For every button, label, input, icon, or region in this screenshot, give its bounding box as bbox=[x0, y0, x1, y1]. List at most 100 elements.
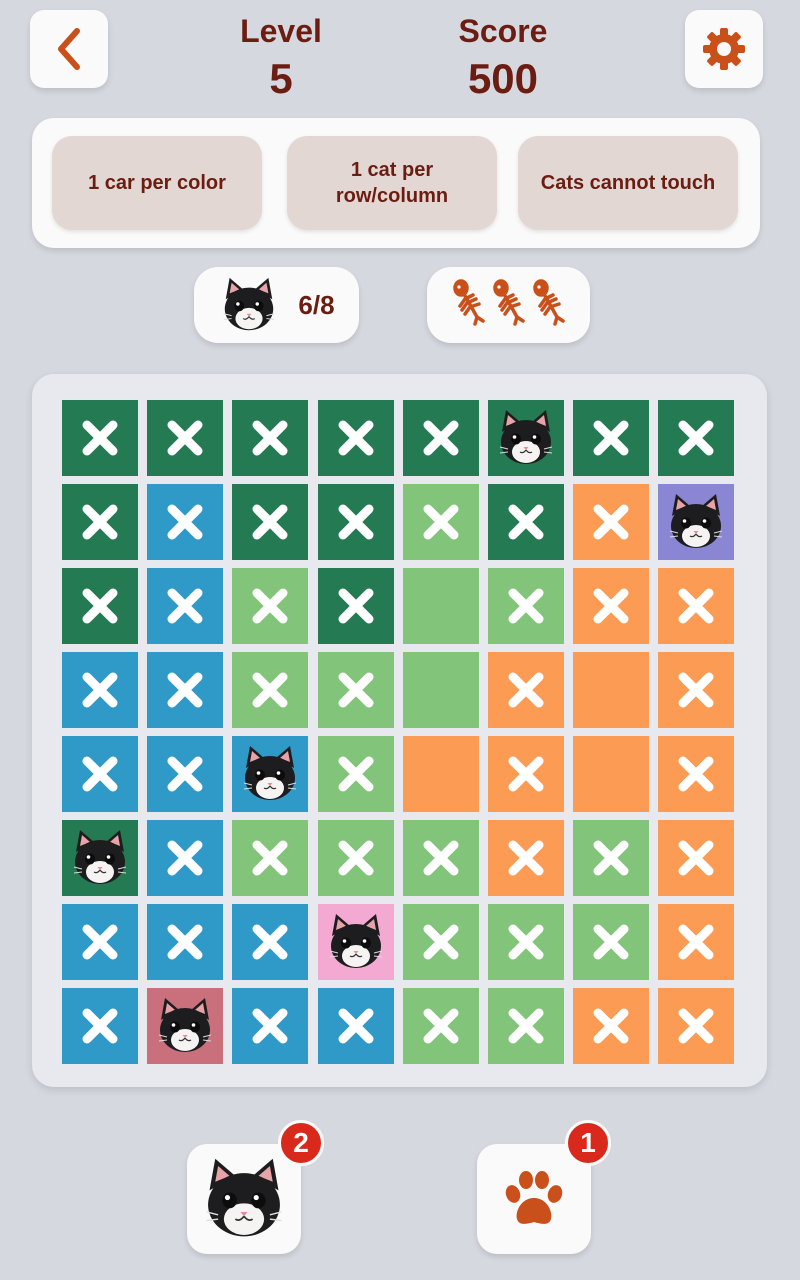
grid-cell[interactable] bbox=[658, 652, 735, 728]
grid-cell[interactable] bbox=[402, 820, 479, 896]
level-label: Level bbox=[240, 13, 322, 49]
grid-cell[interactable] bbox=[147, 400, 224, 476]
paw-hint-button[interactable]: 1 bbox=[477, 1120, 611, 1254]
grid-cell[interactable] bbox=[147, 736, 224, 812]
grid-cell[interactable] bbox=[488, 820, 564, 896]
grid-cell[interactable] bbox=[317, 988, 394, 1064]
grid-cell[interactable] bbox=[573, 652, 650, 728]
x-mark-icon bbox=[167, 924, 203, 960]
x-mark-icon bbox=[82, 924, 118, 960]
grid-cell[interactable] bbox=[573, 400, 650, 476]
cat-face-icon bbox=[329, 914, 382, 968]
grid-cell[interactable] bbox=[62, 736, 138, 812]
grid-cell[interactable] bbox=[488, 652, 564, 728]
grid-cell[interactable] bbox=[317, 568, 394, 644]
x-mark-icon bbox=[678, 588, 714, 624]
rule-one-per-color: 1 car per color bbox=[52, 136, 262, 230]
x-mark-icon bbox=[338, 840, 374, 876]
count-badge: 1 bbox=[565, 1120, 611, 1166]
grid-cell[interactable] bbox=[402, 652, 479, 728]
grid-cell[interactable] bbox=[232, 988, 309, 1064]
grid-cell[interactable] bbox=[402, 568, 479, 644]
x-mark-icon bbox=[167, 840, 203, 876]
x-mark-icon bbox=[338, 504, 374, 540]
grid-cell[interactable] bbox=[573, 904, 650, 980]
grid-cell[interactable] bbox=[62, 400, 138, 476]
grid-cell[interactable] bbox=[317, 484, 394, 560]
x-mark-icon bbox=[252, 504, 288, 540]
grid-cell[interactable] bbox=[62, 484, 138, 560]
grid-cell[interactable] bbox=[658, 400, 735, 476]
grid-cell[interactable] bbox=[488, 484, 564, 560]
grid-cell[interactable] bbox=[573, 988, 650, 1064]
x-mark-icon bbox=[593, 420, 629, 456]
grid-cell[interactable] bbox=[317, 652, 394, 728]
grid-cell[interactable] bbox=[232, 652, 309, 728]
grid-cell[interactable] bbox=[402, 736, 479, 812]
grid-cell[interactable] bbox=[147, 652, 224, 728]
back-button[interactable] bbox=[30, 10, 108, 88]
grid-cell[interactable] bbox=[658, 736, 735, 812]
grid-cell[interactable] bbox=[232, 568, 309, 644]
grid-cell[interactable] bbox=[402, 988, 479, 1064]
grid-cell[interactable] bbox=[147, 988, 224, 1064]
grid-cell[interactable] bbox=[658, 820, 735, 896]
grid-cell[interactable] bbox=[147, 904, 224, 980]
grid-cell[interactable] bbox=[232, 904, 309, 980]
grid-cell[interactable] bbox=[232, 400, 309, 476]
grid-cell[interactable] bbox=[62, 904, 138, 980]
grid-cell[interactable] bbox=[62, 568, 138, 644]
x-mark-icon bbox=[678, 924, 714, 960]
grid-cell[interactable] bbox=[147, 820, 224, 896]
grid-cell[interactable] bbox=[317, 820, 394, 896]
count-badge: 2 bbox=[278, 1120, 324, 1166]
x-mark-icon bbox=[678, 1008, 714, 1044]
grid-cell[interactable] bbox=[488, 904, 564, 980]
x-mark-icon bbox=[508, 840, 544, 876]
grid-cell[interactable] bbox=[573, 820, 650, 896]
grid-cell[interactable] bbox=[232, 820, 309, 896]
grid-cell[interactable] bbox=[488, 736, 564, 812]
grid-cell[interactable] bbox=[317, 400, 394, 476]
x-mark-icon bbox=[82, 504, 118, 540]
grid-cell[interactable] bbox=[658, 904, 735, 980]
x-mark-icon bbox=[423, 1008, 459, 1044]
x-mark-icon bbox=[167, 420, 203, 456]
cat-hint-button[interactable]: 2 bbox=[187, 1120, 324, 1254]
level-display: Level 5 bbox=[181, 12, 381, 104]
settings-button[interactable] bbox=[685, 10, 763, 88]
grid-cell[interactable] bbox=[488, 568, 564, 644]
x-mark-icon bbox=[423, 840, 459, 876]
cat-face-icon bbox=[499, 410, 553, 464]
x-mark-icon bbox=[508, 504, 544, 540]
grid-cell[interactable] bbox=[573, 568, 650, 644]
grid-cell[interactable] bbox=[573, 736, 650, 812]
grid-cell[interactable] bbox=[62, 988, 138, 1064]
grid-cell[interactable] bbox=[232, 484, 309, 560]
cat-face-icon bbox=[670, 494, 723, 548]
x-mark-icon bbox=[423, 504, 459, 540]
x-mark-icon bbox=[82, 1008, 118, 1044]
x-mark-icon bbox=[678, 756, 714, 792]
grid-cell[interactable] bbox=[573, 484, 650, 560]
grid-cell[interactable] bbox=[402, 484, 479, 560]
grid-cell[interactable] bbox=[488, 988, 564, 1064]
grid-cell[interactable] bbox=[658, 988, 735, 1064]
x-mark-icon bbox=[593, 504, 629, 540]
rules-panel: 1 car per color 1 cat per row/column Cat… bbox=[32, 118, 760, 248]
rule-one-per-row-column: 1 cat per row/column bbox=[287, 136, 497, 230]
grid-cell[interactable] bbox=[147, 484, 224, 560]
grid-cell[interactable] bbox=[402, 904, 479, 980]
grid-cell[interactable] bbox=[658, 568, 735, 644]
grid-cell[interactable] bbox=[147, 568, 224, 644]
grid-cell[interactable] bbox=[62, 652, 138, 728]
grid-cell[interactable] bbox=[317, 736, 394, 812]
gear-icon bbox=[703, 28, 745, 70]
grid-cell[interactable] bbox=[317, 904, 394, 980]
grid-cell[interactable] bbox=[658, 484, 735, 560]
grid-cell[interactable] bbox=[488, 400, 564, 476]
grid-cell[interactable] bbox=[402, 400, 479, 476]
cats-placed-count: 6/8 bbox=[298, 289, 335, 320]
grid-cell[interactable] bbox=[62, 820, 138, 896]
grid-cell[interactable] bbox=[232, 736, 309, 812]
